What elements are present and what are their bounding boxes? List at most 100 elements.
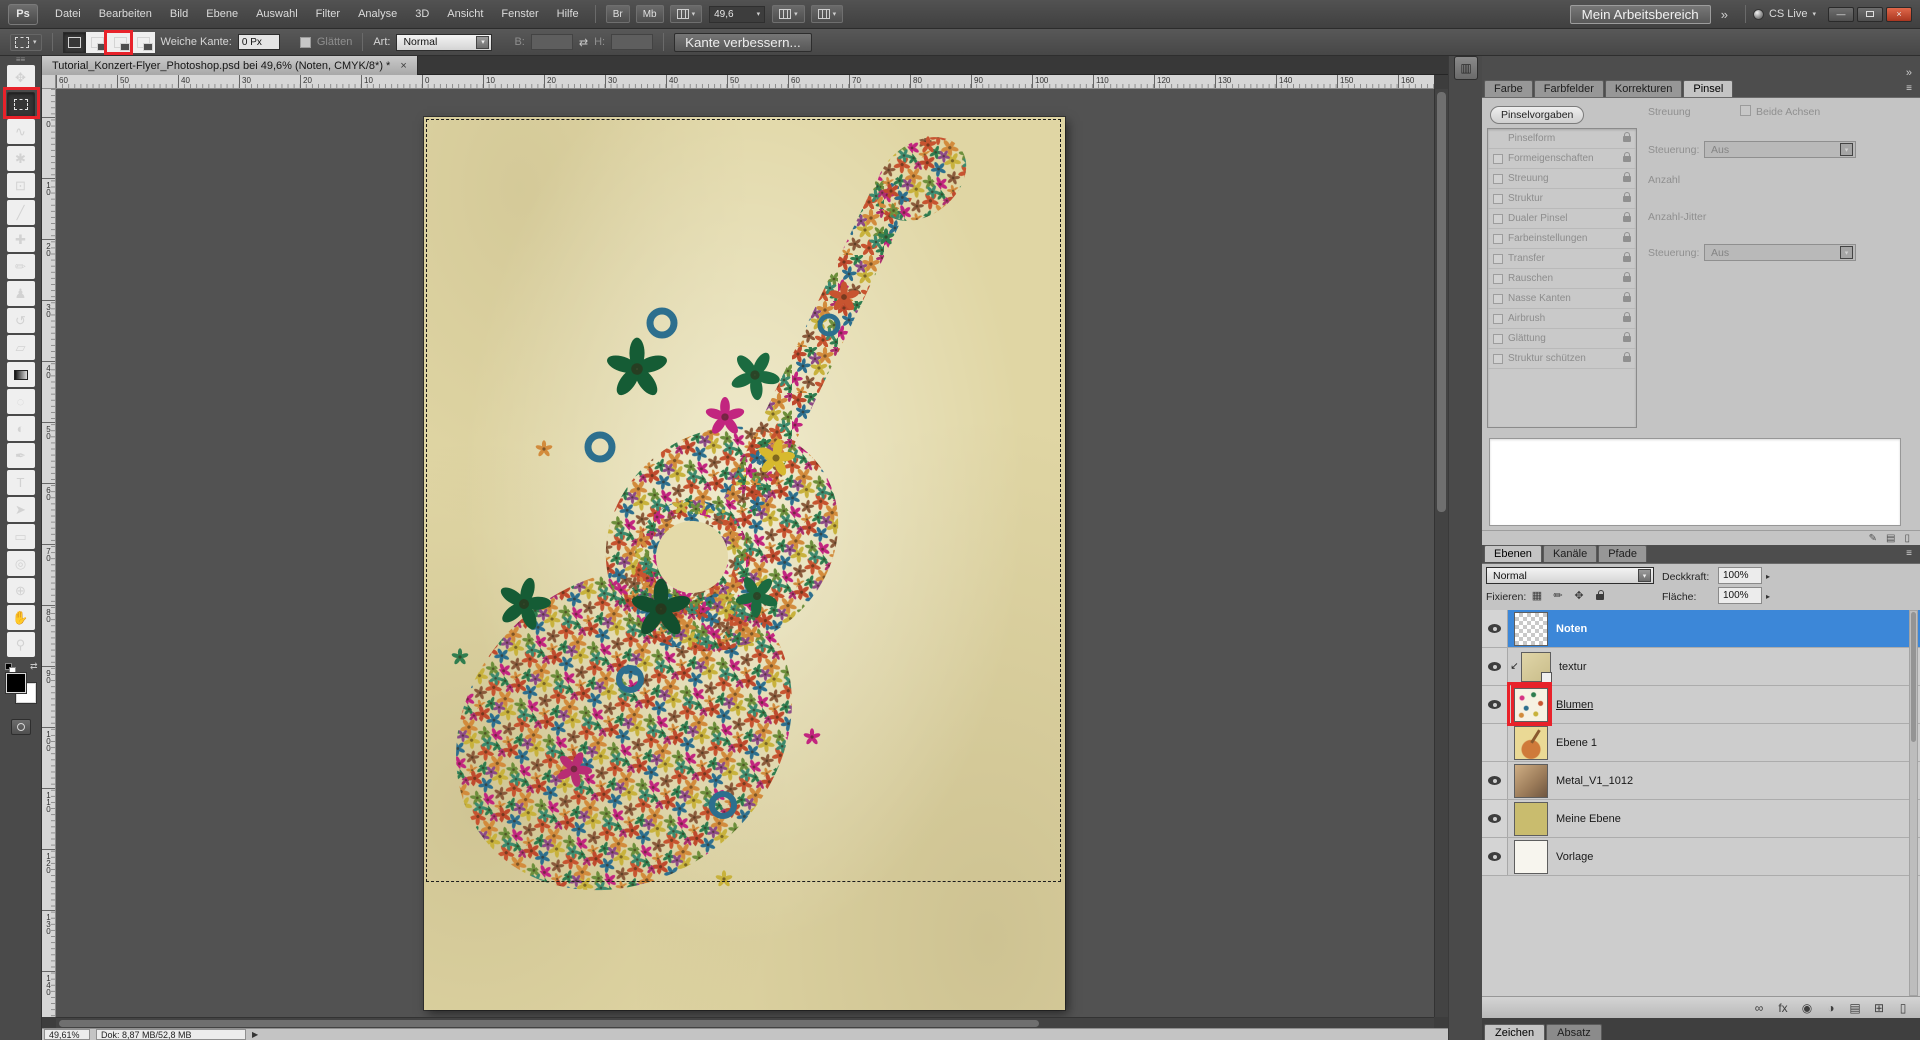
scrollbar-thumb[interactable] [1437,92,1446,512]
eraser-tool[interactable]: ▱ [7,335,35,360]
quick-selection-tool[interactable]: ✱ [7,146,35,171]
rectangular-marquee-tool[interactable] [7,92,35,117]
workspace-overflow-icon[interactable]: » [1721,7,1728,22]
canvas[interactable] [424,117,1065,1010]
status-zoom[interactable]: 49,61% [44,1029,90,1040]
menu-item[interactable]: 3D [406,0,438,28]
layer-thumbnail[interactable] [1514,802,1548,836]
layer-thumbnail[interactable] [1514,726,1548,760]
link-dimensions-icon[interactable]: ⇄ [579,36,588,49]
arrange-documents-button[interactable]: ▾ [772,5,805,23]
brush-section-row[interactable]: Formeigenschaften [1488,149,1636,169]
lock-icon[interactable] [1623,256,1631,262]
new-group-icon[interactable]: ▤ [1848,1001,1862,1015]
panel-menu-icon[interactable]: ≡ [1906,83,1916,94]
brush-section-checkbox[interactable] [1493,334,1503,344]
brush-section-row[interactable]: Struktur schützen [1488,349,1636,369]
brush-section-checkbox[interactable] [1493,194,1503,204]
antialias-checkbox[interactable] [300,37,311,48]
brush-section-checkbox[interactable] [1493,274,1503,284]
add-layer-mask-icon[interactable]: ◉ [1800,1001,1814,1015]
layer-thumbnail[interactable] [1521,652,1551,682]
quick-mask-button[interactable] [11,719,31,735]
opacity-value[interactable]: 100% [1718,567,1762,584]
workspace-button[interactable]: Mein Arbeitsbereich [1570,5,1711,24]
brush-section-row[interactable]: Streuung [1488,169,1636,189]
layer-visibility-toggle[interactable] [1482,762,1508,799]
shape-tool[interactable]: ▭ [7,524,35,549]
brush-section-checkbox[interactable] [1493,354,1503,364]
palette-grip[interactable]: ≡≡ [0,56,41,63]
close-icon[interactable]: × [400,60,406,72]
menu-item[interactable]: Ansicht [438,0,492,28]
blur-tool[interactable]: ◌ [7,389,35,414]
selection-mode-button[interactable] [63,32,86,53]
panel-tab[interactable]: Absatz [1546,1024,1602,1040]
layer-name[interactable]: Blumen [1556,699,1593,711]
menu-item[interactable]: Filter [307,0,349,28]
lock-icon[interactable] [1623,236,1631,242]
selection-mode-button[interactable] [86,32,109,53]
popup-slider-icon[interactable]: ▸ [1766,592,1770,601]
crop-tool[interactable]: ⊡ [7,173,35,198]
horizontal-ruler[interactable]: 6050403020100102030405060708090100110120… [56,75,1434,89]
delete-layer-icon[interactable]: ▯ [1896,1001,1910,1015]
layer-name[interactable]: textur [1559,661,1587,673]
maximize-button[interactable] [1857,7,1883,22]
layer-style-icon[interactable]: fx [1776,1001,1790,1015]
menu-item[interactable]: Bild [161,0,197,28]
brush-tool[interactable]: ✏ [7,254,35,279]
feather-input[interactable] [238,34,280,50]
adjustment-layer-icon[interactable]: ◑ [1824,1001,1838,1015]
lock-icon[interactable] [1623,136,1631,142]
view-extras-button[interactable]: ▾ [670,5,703,23]
close-button[interactable]: × [1886,7,1912,22]
fill-value[interactable]: 100% [1718,587,1762,604]
lock-icon[interactable] [1623,176,1631,182]
layer-row[interactable]: ↙ Ebene 1 [1482,724,1920,762]
selection-mode-button[interactable] [109,32,132,53]
panel-tab[interactable]: Farbfelder [1534,80,1604,97]
brush-section-row[interactable]: Glättung [1488,329,1636,349]
type-tool[interactable]: T [7,470,35,495]
brush-preview-toggle-icon[interactable]: ✎ [1869,533,1877,544]
menu-item[interactable]: Analyse [349,0,406,28]
vertical-scrollbar[interactable] [1434,89,1448,1017]
clone-stamp-tool[interactable]: ♟ [7,281,35,306]
mini-bridge-button[interactable]: Mb [636,5,664,23]
menu-item[interactable]: Datei [46,0,90,28]
layer-row[interactable]: ↙ Meine Ebene [1482,800,1920,838]
layer-name[interactable]: Metal_V1_1012 [1556,775,1633,787]
layer-row[interactable]: ↙ Vorlage [1482,838,1920,876]
panel-menu-icon[interactable]: ≡ [1906,548,1916,559]
layer-name[interactable]: Ebene 1 [1556,737,1597,749]
brush-presets-button[interactable]: Pinselvorgaben [1490,106,1584,124]
layer-name[interactable]: Noten [1556,623,1587,635]
swap-colors-icon[interactable]: ⇄ [30,661,38,672]
brush-section-row[interactable]: Rauschen [1488,269,1636,289]
document-tab[interactable]: Tutorial_Konzert-Flyer_Photoshop.psd bei… [42,56,418,75]
layer-row[interactable]: ↙ Metal_V1_1012 [1482,762,1920,800]
layer-thumbnail[interactable] [1514,612,1548,646]
layer-visibility-toggle[interactable] [1482,800,1508,837]
new-layer-icon[interactable]: ⊞ [1872,1001,1886,1015]
status-flyout-icon[interactable]: ▶ [252,1030,258,1039]
panel-tab[interactable]: Korrekturen [1605,80,1682,97]
both-axes-checkbox[interactable] [1740,105,1751,116]
canvas-viewport[interactable] [56,89,1434,1017]
lock-position-icon[interactable]: ✥ [1572,589,1586,602]
layer-row[interactable]: ↙ Noten [1482,610,1920,648]
path-selection-tool[interactable]: ➤ [7,497,35,522]
layer-thumbnail[interactable] [1514,688,1548,722]
zoom-level-dropdown[interactable]: 49,6 ▾ [709,6,765,23]
layer-row[interactable]: ↙ Blumen [1482,686,1920,724]
lock-icon[interactable] [1623,216,1631,222]
lock-icon[interactable] [1623,196,1631,202]
control2-dropdown[interactable]: Aus ▾ [1704,244,1856,261]
hand-tool[interactable]: ✋ [7,605,35,630]
lock-icon[interactable] [1623,316,1631,322]
brush-section-checkbox[interactable] [1493,234,1503,244]
brush-section-row[interactable]: Dualer Pinsel [1488,209,1636,229]
zoom-tool[interactable]: ⚲ [7,632,35,657]
style-dropdown[interactable]: Normal ▾ [396,34,492,51]
